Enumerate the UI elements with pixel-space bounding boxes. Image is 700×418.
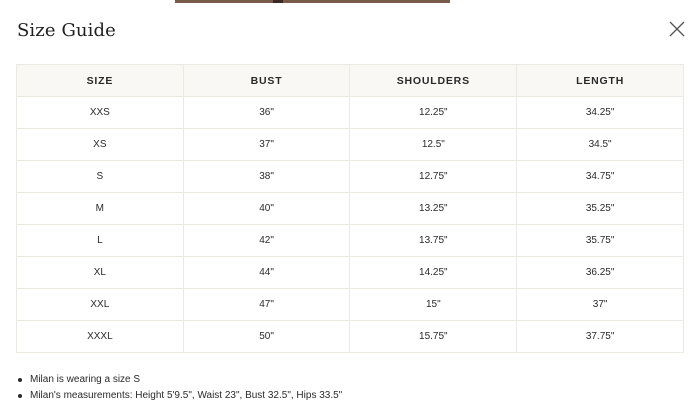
table-row: XXS 36" 12.25" 34.25" [16,96,684,129]
cell-size: XXXL [16,320,184,353]
header-shoulders: SHOULDERS [349,64,518,97]
table-row: XS 37" 12.5" 34.5" [16,128,684,161]
cell-shoulders: 12.25" [349,96,518,129]
cell-length: 34.5" [516,128,684,161]
cell-bust: 50" [182,320,351,353]
cell-bust: 44" [182,256,351,289]
modal-title: Size Guide [17,20,116,41]
cell-size: XXS [16,96,184,129]
table-row: XXL 47" 15" 37" [16,288,684,321]
cell-shoulders: 12.5" [349,128,518,161]
cell-bust: 36" [182,96,351,129]
table-row: L 42" 13.75" 35.75" [16,224,684,257]
note-item: Milan is wearing a size S [17,372,342,388]
model-notes: Milan is wearing a size S Milan's measur… [17,372,342,403]
table-row: M 40" 13.25" 35.25" [16,192,684,225]
cell-shoulders: 13.25" [349,192,518,225]
cell-length: 37.75" [516,320,684,353]
cell-shoulders: 15" [349,288,518,321]
cell-size: XL [16,256,184,289]
table-row: S 38" 12.75" 34.75" [16,160,684,193]
cell-size: XXL [16,288,184,321]
table-header-row: SIZE BUST SHOULDERS LENGTH [16,64,684,97]
header-size: SIZE [16,64,184,97]
size-guide-modal: Size Guide SIZE BUST SHOULDERS LENGTH XX… [0,0,700,418]
close-button[interactable] [668,20,686,38]
cell-length: 35.25" [516,192,684,225]
cell-length: 37" [516,288,684,321]
cell-shoulders: 13.75" [349,224,518,257]
cell-size: M [16,192,184,225]
cell-bust: 47" [182,288,351,321]
cell-size: L [16,224,184,257]
table-row: XL 44" 14.25" 36.25" [16,256,684,289]
cell-size: XS [16,128,184,161]
background-image-strip [175,0,450,3]
cell-size: S [16,160,184,193]
cell-shoulders: 15.75" [349,320,518,353]
cell-length: 36.25" [516,256,684,289]
cell-length: 34.25" [516,96,684,129]
table-row: XXXL 50" 15.75" 37.75" [16,320,684,353]
cell-bust: 40" [182,192,351,225]
cell-length: 34.75" [516,160,684,193]
header-length: LENGTH [516,64,684,97]
cell-length: 35.75" [516,224,684,257]
cell-bust: 38" [182,160,351,193]
cell-bust: 37" [182,128,351,161]
header-bust: BUST [182,64,351,97]
cell-bust: 42" [182,224,351,257]
size-table: SIZE BUST SHOULDERS LENGTH XXS 36" 12.25… [16,64,684,353]
close-icon [669,21,685,37]
cell-shoulders: 14.25" [349,256,518,289]
note-item: Milan's measurements: Height 5'9.5", Wai… [17,388,342,404]
cell-shoulders: 12.75" [349,160,518,193]
